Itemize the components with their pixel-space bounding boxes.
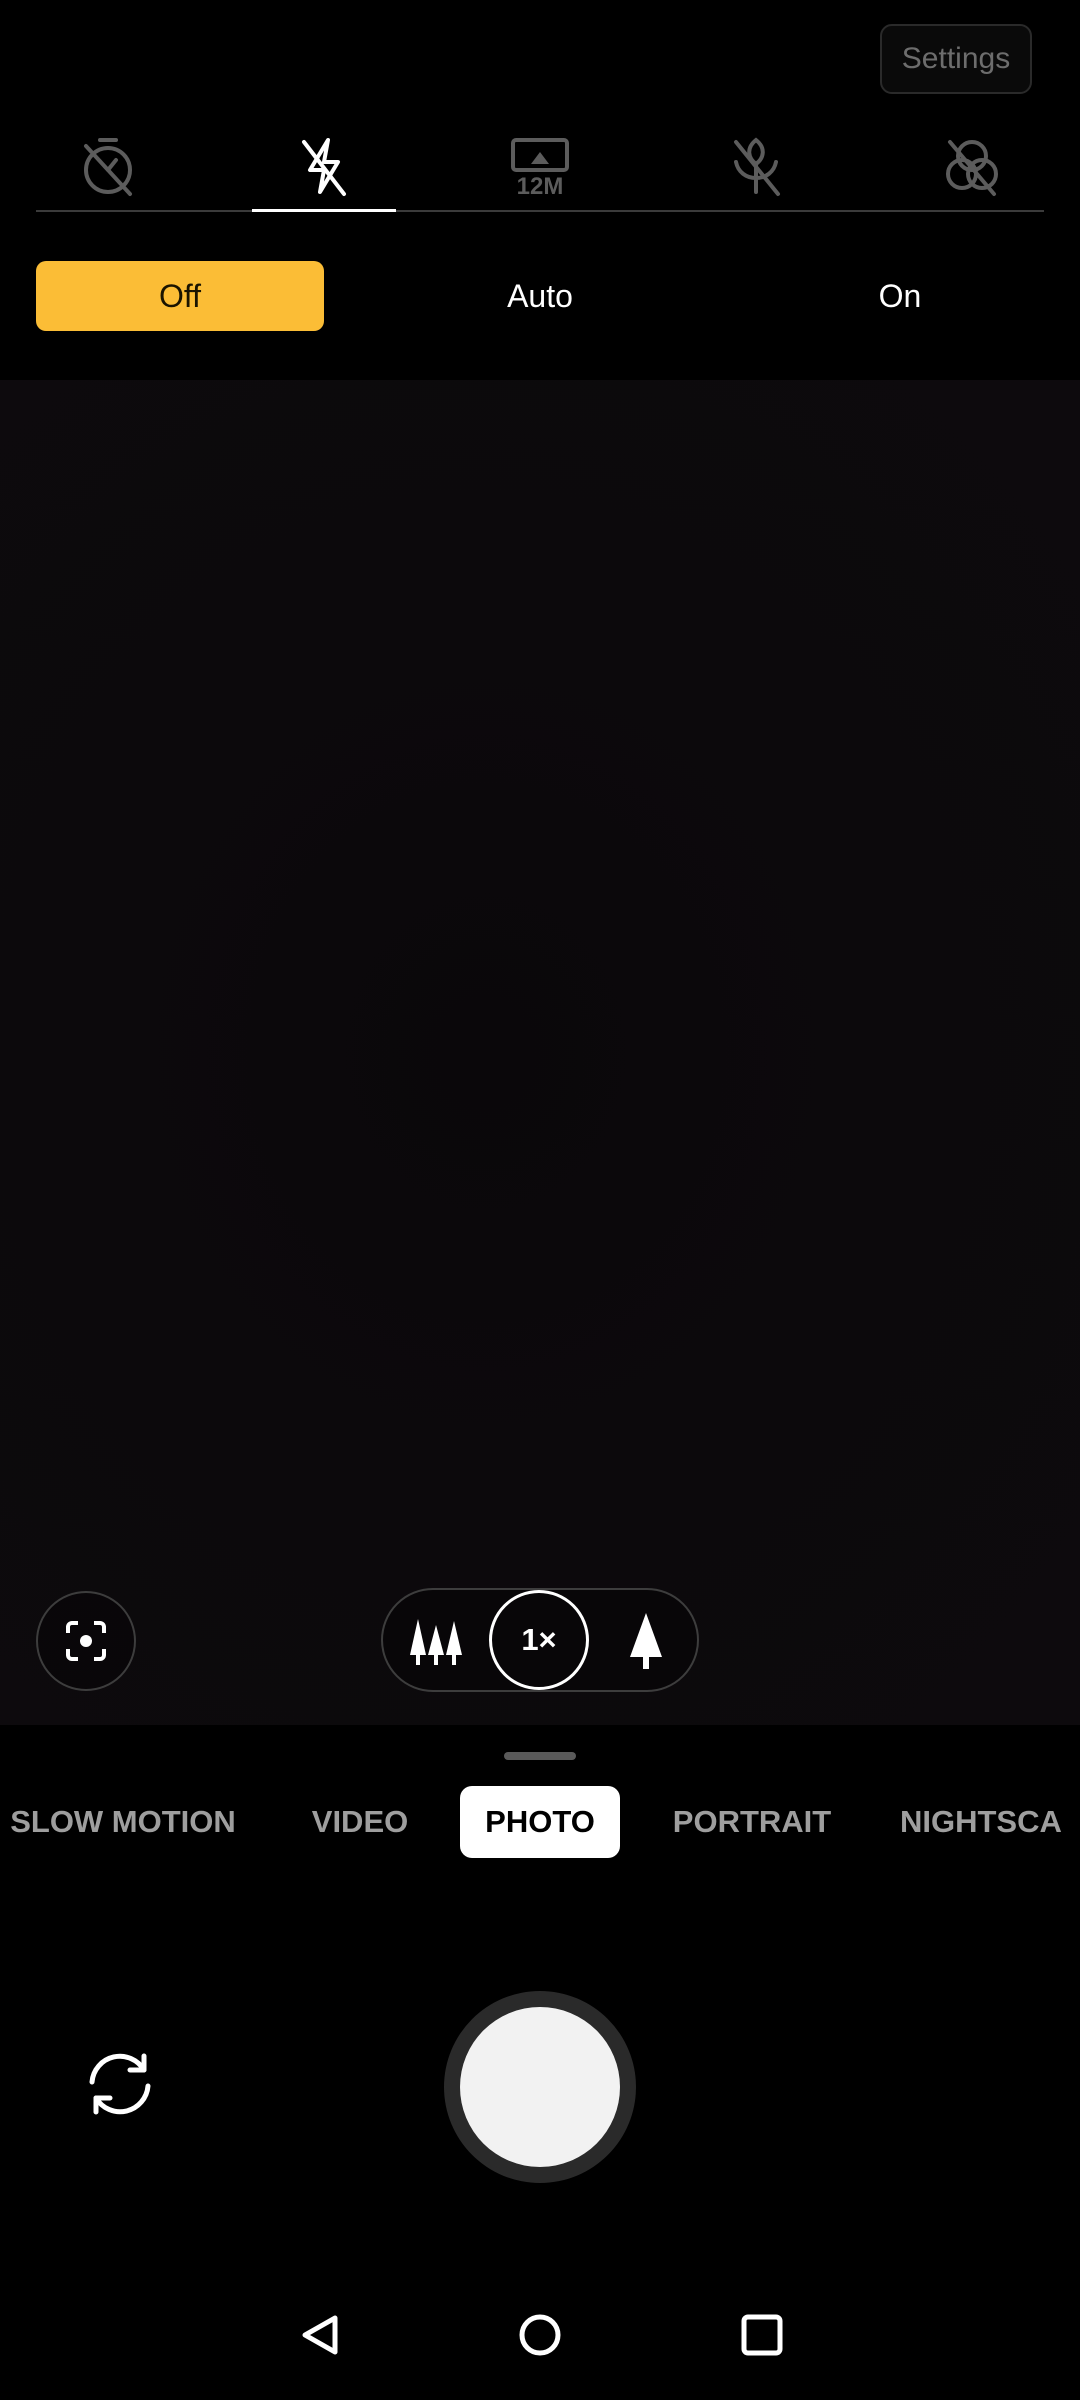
flash-auto-option[interactable]: Auto xyxy=(396,261,684,331)
flash-on-option[interactable]: On xyxy=(756,261,1044,331)
toolbar-divider xyxy=(36,210,1044,212)
timer-off-icon[interactable] xyxy=(36,122,180,210)
mode-drawer-handle[interactable] xyxy=(504,1752,576,1760)
home-button[interactable] xyxy=(495,2290,585,2380)
mode-slow-motion[interactable]: SLOW MOTION xyxy=(6,1786,240,1858)
quick-settings-toolbar: 12M xyxy=(36,122,1044,210)
mode-photo[interactable]: PHOTO xyxy=(460,1786,620,1858)
shutter-button[interactable] xyxy=(444,1991,636,2183)
flash-off-option[interactable]: Off xyxy=(36,261,324,331)
resolution-label: 12M xyxy=(517,173,564,198)
macro-off-icon[interactable] xyxy=(684,122,828,210)
tree-icon xyxy=(630,1613,662,1669)
mode-nightscape[interactable]: NIGHTSCA xyxy=(900,1786,1080,1858)
mode-carousel: SLOW MOTION VIDEO PHOTO PORTRAIT NIGHTSC… xyxy=(0,1786,1080,1858)
camera-viewfinder[interactable] xyxy=(0,380,1080,1725)
mode-video[interactable]: VIDEO xyxy=(300,1786,420,1858)
switch-camera-button[interactable] xyxy=(72,2036,168,2132)
back-icon xyxy=(302,2315,338,2355)
recents-button[interactable] xyxy=(717,2290,807,2380)
mode-portrait[interactable]: PORTRAIT xyxy=(662,1786,842,1858)
back-button[interactable] xyxy=(275,2290,365,2380)
recents-icon xyxy=(741,2314,783,2356)
trees-icon xyxy=(410,1619,462,1665)
home-icon xyxy=(519,2314,561,2356)
flash-options: Off Auto On xyxy=(36,261,1044,331)
zoom-1x-button[interactable]: 1× xyxy=(489,1590,589,1690)
zoom-wide-button[interactable] xyxy=(401,1606,471,1676)
resolution-icon[interactable]: 12M xyxy=(468,122,612,210)
settings-button[interactable]: Settings xyxy=(880,24,1032,94)
shutter-button-inner xyxy=(460,2007,620,2167)
zoom-selector: 1× xyxy=(381,1588,699,1692)
google-lens-button[interactable] xyxy=(36,1591,136,1691)
switch-camera-icon xyxy=(89,2053,151,2115)
zoom-tele-button[interactable] xyxy=(611,1606,681,1676)
filter-off-icon[interactable] xyxy=(900,122,1044,210)
google-lens-icon xyxy=(66,1621,106,1661)
flash-off-icon[interactable] xyxy=(252,122,396,210)
system-navigation-bar xyxy=(0,2290,1080,2380)
toolbar-active-indicator xyxy=(252,209,396,212)
